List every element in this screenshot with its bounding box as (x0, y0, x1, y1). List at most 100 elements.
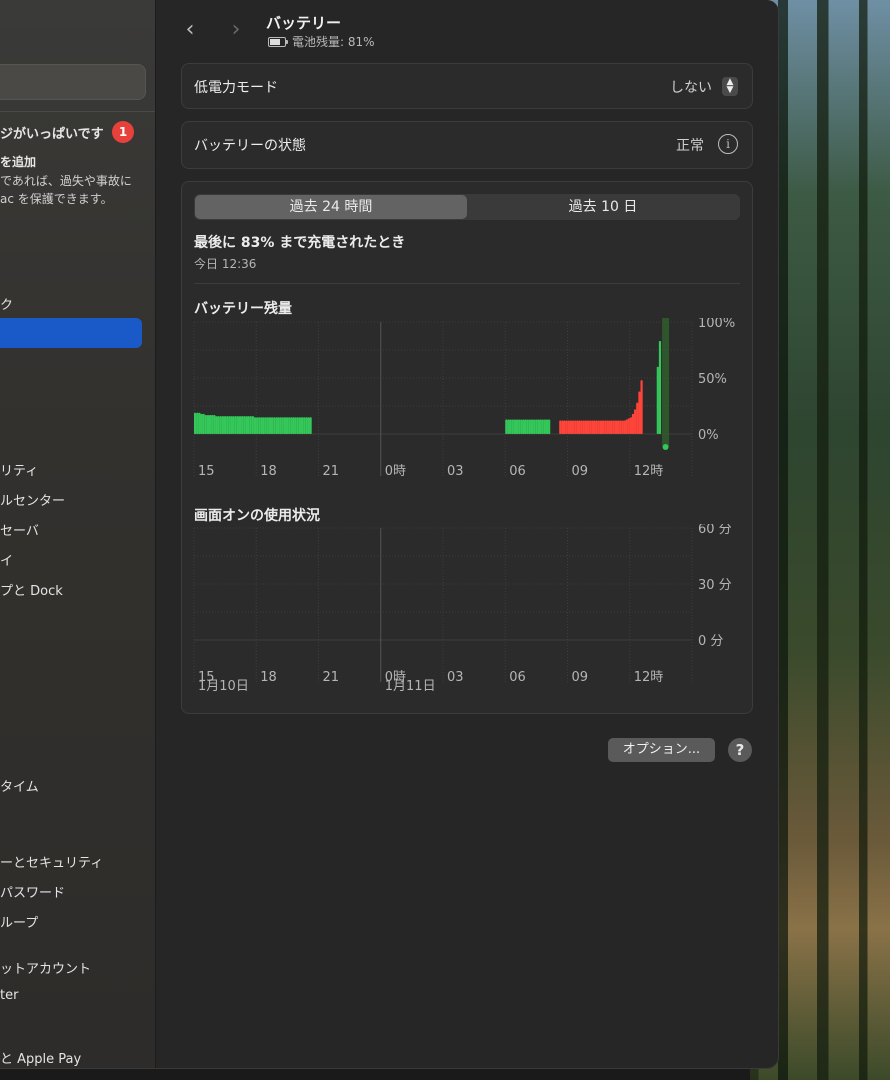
battery-bar (226, 416, 229, 434)
battery-bar (561, 420, 564, 434)
help-button[interactable]: ? (728, 738, 752, 762)
popup-stepper-icon[interactable]: ▲ ▼ (722, 77, 738, 96)
battery-bar (631, 413, 635, 434)
tab-last-24-hours[interactable]: 過去 24 時間 (195, 195, 467, 219)
battery-bar (234, 416, 237, 434)
battery-bar (215, 416, 218, 434)
battery-bar (621, 420, 624, 434)
sidebar-search-field[interactable] (0, 64, 146, 100)
usage-history-card: 過去 24 時間 過去 10 日 最後に 83% まで充電されたとき 今日 12… (181, 181, 753, 714)
storage-notice-line1[interactable]: を追加 (0, 153, 36, 171)
battery-bar (530, 419, 534, 434)
y-tick-label: 30 分 (698, 578, 732, 593)
battery-bar (202, 413, 205, 434)
date-label: 1月11日 (385, 679, 436, 694)
battery-bar (567, 420, 570, 434)
battery-bar (292, 417, 295, 434)
battery-bar (211, 414, 214, 434)
battery-bar (574, 420, 577, 434)
battery-icon (268, 36, 288, 47)
x-tick-label: 15 (198, 464, 215, 479)
sidebar-item-10[interactable]: ループ (0, 912, 38, 931)
sidebar-item-battery-selected[interactable] (0, 318, 142, 348)
battery-bar (206, 414, 210, 434)
battery-bar (260, 417, 263, 434)
battery-bar (258, 417, 261, 434)
battery-bar (275, 417, 278, 434)
x-tick-label: 21 (323, 670, 340, 685)
battery-bar (543, 419, 546, 434)
battery-bar (582, 420, 585, 434)
battery-level-row: 電池残量: 81% (268, 33, 375, 50)
options-button[interactable]: オプション... (608, 738, 715, 762)
sidebar-item-11[interactable]: ットアカウント (0, 958, 91, 977)
sidebar-item-3[interactable]: ルセンター (0, 490, 65, 509)
sidebar-item-13[interactable]: と Apple Pay (0, 1048, 81, 1067)
sidebar-item-5[interactable]: イ (0, 550, 13, 569)
battery-bar (281, 417, 284, 434)
battery-bar (249, 416, 252, 434)
battery-bar (524, 419, 527, 434)
battery-bar (537, 419, 540, 434)
battery-bar (520, 419, 523, 434)
battery-bar (634, 409, 637, 434)
sidebar-item-9[interactable]: パスワード (0, 882, 65, 901)
battery-bar (528, 419, 531, 434)
battery-bar (268, 417, 272, 434)
battery-bar (273, 417, 276, 434)
date-label: 1月10日 (198, 679, 249, 694)
battery-bar (541, 419, 544, 434)
battery-bar (511, 419, 514, 434)
storage-notice-line3: ac を保護できます。 (0, 192, 113, 206)
battery-bar (572, 420, 575, 434)
x-tick-label: 09 (572, 464, 589, 479)
last-charge-time: 今日 12:36 (194, 257, 257, 271)
battery-bar (610, 420, 613, 434)
battery-bar (230, 416, 233, 434)
battery-bar (236, 416, 239, 434)
sidebar-item-2[interactable]: リティ (0, 460, 38, 479)
sidebar-item-4[interactable]: セーバ (0, 520, 39, 539)
chevron-left-icon[interactable]: ‹ (176, 16, 204, 44)
tab-last-10-days[interactable]: 過去 10 日 (467, 195, 739, 219)
sidebar-item-8[interactable]: ーとセキュリティ (0, 852, 103, 871)
sidebar-item-6[interactable]: プと Dock (0, 580, 63, 599)
low-power-mode-value[interactable]: しない (670, 77, 712, 97)
sidebar: ジがいっぱいです 1 を追加 であれば、過失や事故に ac を保護できます。 ク… (0, 0, 156, 1068)
battery-bar (221, 416, 225, 434)
battery-bar (526, 419, 529, 434)
chevron-right-icon[interactable]: › (222, 16, 250, 44)
page-title: バッテリー (266, 14, 342, 32)
battery-bar (656, 366, 659, 434)
battery-health-value: 正常 (676, 138, 704, 154)
y-tick-label: 50% (698, 372, 727, 387)
battery-bar (578, 420, 581, 434)
x-tick-label: 12時 (634, 464, 664, 479)
sidebar-item-7[interactable]: タイム (0, 776, 39, 795)
storage-notice-title[interactable]: ジがいっぱいです (0, 123, 104, 142)
battery-bar (599, 420, 603, 434)
sidebar-item-0[interactable]: ク (0, 294, 13, 313)
time-range-segmented-control: 過去 24 時間 過去 10 日 (194, 194, 740, 220)
notification-badge: 1 (112, 121, 134, 143)
storage-notice-line2: であれば、過失や事故に (0, 174, 132, 188)
battery-bar (509, 419, 512, 434)
y-tick-label: 100% (698, 318, 735, 331)
battery-bar (232, 416, 235, 434)
battery-bar (223, 416, 227, 434)
info-icon[interactable]: i (718, 134, 738, 154)
battery-bar (196, 412, 199, 434)
battery-bar (271, 417, 274, 434)
battery-bar (283, 417, 287, 434)
battery-bar (638, 391, 641, 434)
battery-bar (515, 419, 519, 434)
battery-bar (565, 420, 568, 434)
battery-bar (251, 416, 254, 434)
settings-window: ジがいっぱいです 1 を追加 であれば、過失や事故に ac を保護できます。 ク… (0, 0, 779, 1069)
battery-bar (505, 419, 508, 434)
sidebar-item-12[interactable]: ter (0, 988, 18, 1003)
battery-bar (303, 417, 306, 434)
battery-bar (584, 420, 588, 434)
battery-bar (305, 417, 308, 434)
x-tick-label: 12時 (634, 670, 664, 685)
